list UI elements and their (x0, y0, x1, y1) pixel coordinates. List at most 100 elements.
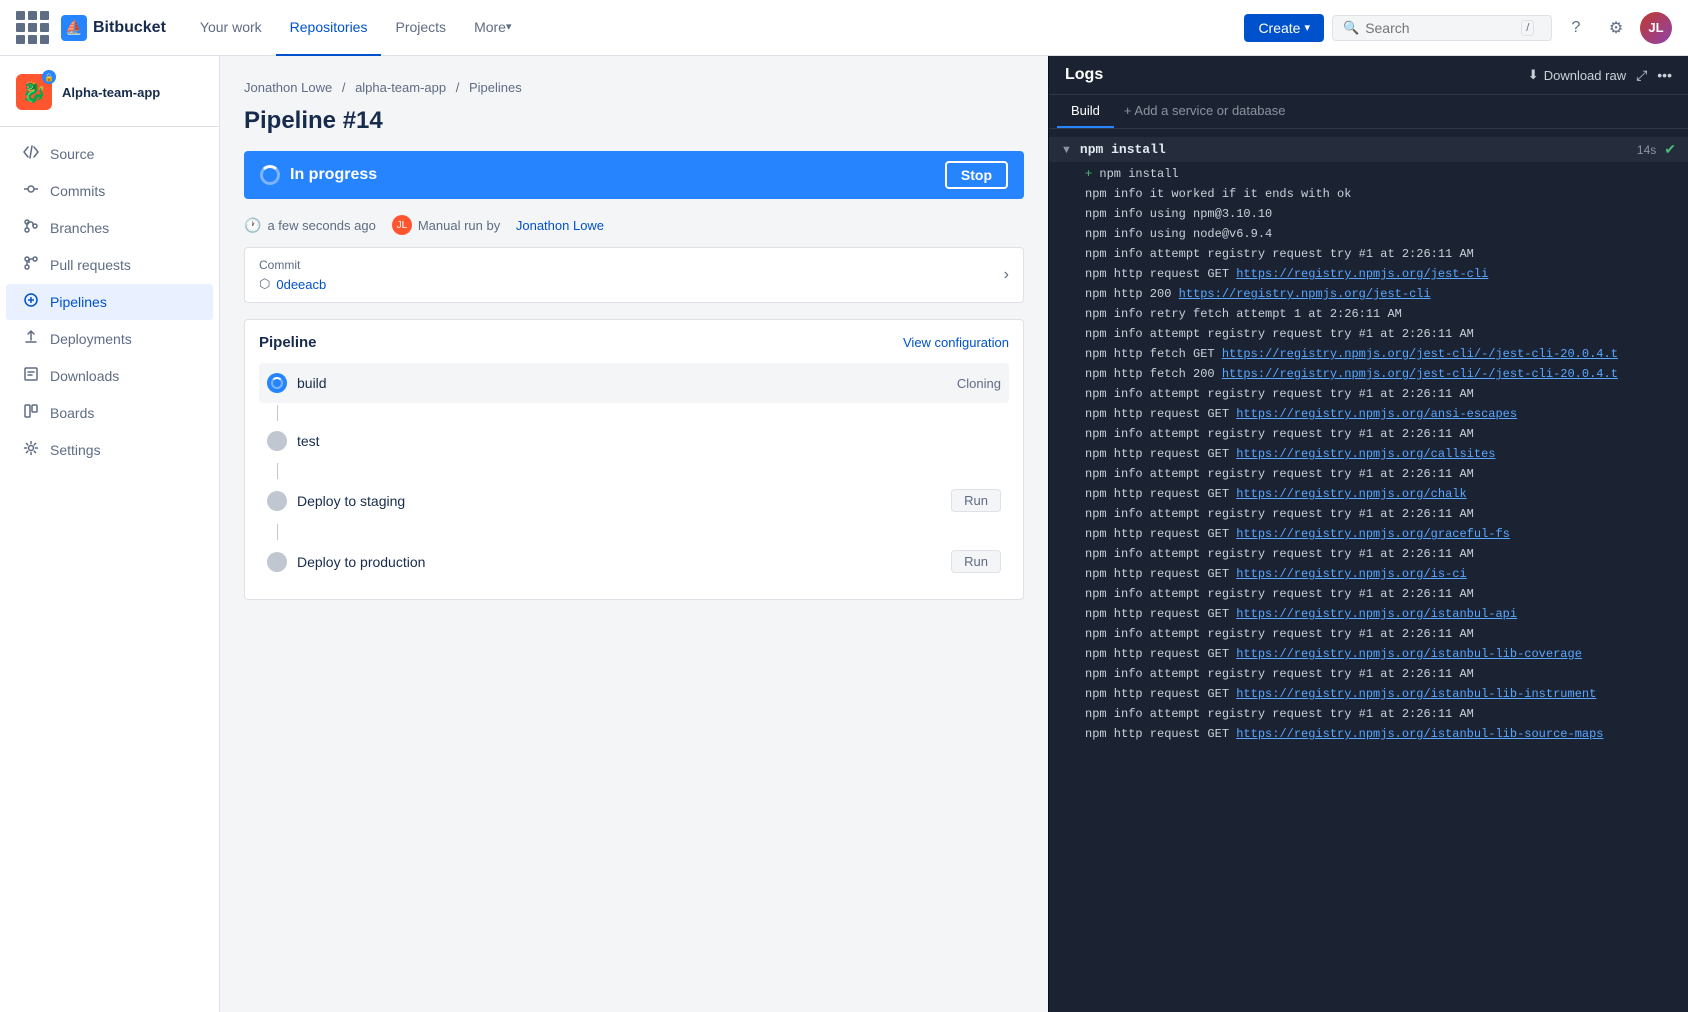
run-by-name[interactable]: Jonathon Lowe (516, 218, 604, 233)
pipeline-steps: buildCloningtestDeploy to stagingRunDepl… (259, 363, 1009, 583)
log-line: npm http request GET https://registry.np… (1049, 604, 1688, 624)
commit-hash-link[interactable]: 0deeacb (276, 277, 326, 292)
log-link[interactable]: https://registry.npmjs.org/ansi-escapes (1236, 407, 1517, 421)
breadcrumb-repo[interactable]: alpha-team-app (355, 80, 446, 95)
sidebar-item-branches[interactable]: Branches (6, 210, 213, 246)
pipeline-step-production: Deploy to production Run (259, 540, 1009, 583)
log-link[interactable]: https://registry.npmjs.org/jest-cli/-/je… (1222, 367, 1618, 381)
commit-hash: ⬡ 0deeacb (259, 276, 326, 292)
pipelines-icon (22, 292, 40, 312)
boards-icon (22, 403, 40, 423)
app-logo[interactable]: ⛵ Bitbucket (61, 15, 166, 41)
pipeline-step-run-button-production[interactable]: Run (951, 550, 1001, 573)
pipeline-step-name-test: test (297, 433, 1001, 449)
sidebar-item-source[interactable]: Source (6, 136, 213, 172)
breadcrumb-user[interactable]: Jonathon Lowe (244, 80, 332, 95)
app-grid-icon[interactable] (16, 11, 49, 44)
logs-panel: Logs ⬇ Download raw ⤢ ••• Build + Add a … (1048, 56, 1688, 1012)
pipeline-step-connector (277, 405, 278, 421)
log-link[interactable]: https://registry.npmjs.org/callsites (1236, 447, 1495, 461)
log-link[interactable]: https://registry.npmjs.org/jest-cli/-/je… (1222, 347, 1618, 361)
search-shortcut: / (1521, 20, 1534, 36)
log-section-time: 14s (1637, 143, 1656, 157)
sidebar-nav: Source CommitsBranchesPull requests Pipeli… (0, 135, 219, 469)
logs-tabs: Build + Add a service or database (1049, 95, 1688, 129)
commit-arrow-icon: › (1004, 266, 1009, 284)
pipeline-step-name-production: Deploy to production (297, 554, 941, 570)
repositories-link[interactable]: Repositories (276, 0, 382, 56)
search-input[interactable] (1365, 20, 1515, 36)
log-line: npm http request GET https://registry.np… (1049, 564, 1688, 584)
log-lines: + npm installnpm info it worked if it en… (1049, 164, 1688, 744)
commit-label: Commit (259, 258, 326, 272)
meta-info: 🕐 a few seconds ago JL Manual run by Jon… (244, 215, 1024, 235)
sidebar-item-pipelines[interactable]: Pipelines (6, 284, 213, 320)
sidebar-item-boards[interactable]: Boards (6, 395, 213, 431)
sidebar: 🐉 🔒 Alpha-team-app Source CommitsBranches… (0, 56, 220, 1012)
log-line: npm info attempt registry request try #1… (1049, 324, 1688, 344)
create-button[interactable]: Create (1244, 14, 1324, 42)
logs-title: Logs (1065, 66, 1103, 84)
log-line: npm http request GET https://registry.np… (1049, 484, 1688, 504)
commit-box: Commit ⬡ 0deeacb › (244, 247, 1024, 303)
log-line: npm info using node@v6.9.4 (1049, 224, 1688, 244)
settings-icon (22, 440, 40, 460)
log-link[interactable]: https://registry.npmjs.org/jest-cli (1236, 267, 1488, 281)
sidebar-item-label-source: Source (50, 146, 94, 162)
log-line: npm info attempt registry request try #1… (1049, 384, 1688, 404)
log-link[interactable]: https://registry.npmjs.org/chalk (1236, 487, 1466, 501)
pipeline-step-run-button-staging[interactable]: Run (951, 489, 1001, 512)
help-button[interactable]: ? (1560, 12, 1592, 44)
sidebar-item-downloads[interactable]: Downloads (6, 358, 213, 394)
pipeline-step-name-build: build (297, 375, 947, 391)
sidebar-item-label-boards: Boards (50, 405, 94, 421)
bitbucket-logo-icon: ⛵ (61, 15, 87, 41)
log-line: npm http request GET https://registry.np… (1049, 444, 1688, 464)
top-navigation: ⛵ Bitbucket Your work Repositories Proje… (0, 0, 1688, 56)
sidebar-item-deployments[interactable]: Deployments (6, 321, 213, 357)
repo-header: 🐉 🔒 Alpha-team-app (0, 64, 219, 127)
run-by-avatar: JL (392, 215, 412, 235)
log-line: npm info attempt registry request try #1… (1049, 584, 1688, 604)
logs-download-button[interactable]: ⬇ Download raw (1528, 67, 1626, 83)
log-line: npm http request GET https://registry.np… (1049, 264, 1688, 284)
search-box[interactable]: 🔍 / (1332, 15, 1552, 41)
log-section-header[interactable]: ▼ npm install 14s ✔ (1049, 137, 1688, 162)
repo-icon: 🐉 🔒 (16, 74, 52, 110)
main-content: Jonathon Lowe / alpha-team-app / Pipelin… (220, 56, 1048, 1012)
log-link[interactable]: https://registry.npmjs.org/graceful-fs (1236, 527, 1510, 541)
log-line: npm http 200 https://registry.npmjs.org/… (1049, 284, 1688, 304)
user-avatar[interactable]: JL (1640, 12, 1672, 44)
sidebar-item-commits[interactable]: Commits (6, 173, 213, 209)
logs-more-button[interactable]: ••• (1657, 67, 1672, 83)
log-link[interactable]: https://registry.npmjs.org/istanbul-lib-… (1236, 687, 1596, 701)
log-line: npm info attempt registry request try #1… (1049, 664, 1688, 684)
sidebar-item-label-deployments: Deployments (50, 331, 132, 347)
sidebar-item-label-pipelines: Pipelines (50, 294, 107, 310)
pipeline-step-test: test (259, 421, 1009, 461)
time-ago: a few seconds ago (267, 218, 375, 233)
your-work-link[interactable]: Your work (186, 0, 276, 56)
logs-add-service[interactable]: + Add a service or database (1114, 95, 1296, 128)
log-link[interactable]: https://registry.npmjs.org/jest-cli (1179, 287, 1431, 301)
logs-tab-build[interactable]: Build (1057, 95, 1114, 128)
log-link[interactable]: https://registry.npmjs.org/is-ci (1236, 567, 1466, 581)
log-line: npm info it worked if it ends with ok (1049, 184, 1688, 204)
sidebar-item-pull-requests[interactable]: Pull requests (6, 247, 213, 283)
logs-header-actions: ⬇ Download raw ⤢ ••• (1528, 67, 1672, 84)
stop-button[interactable]: Stop (945, 161, 1008, 189)
log-link[interactable]: https://registry.npmjs.org/istanbul-lib-… (1236, 647, 1582, 661)
settings-button[interactable]: ⚙ (1600, 12, 1632, 44)
log-link[interactable]: https://registry.npmjs.org/istanbul-lib-… (1236, 727, 1603, 741)
log-link[interactable]: https://registry.npmjs.org/istanbul-api (1236, 607, 1517, 621)
logs-expand-button[interactable]: ⤢ (1636, 67, 1647, 84)
pipeline-section: Pipeline View configuration buildCloning… (244, 319, 1024, 600)
logs-header: Logs ⬇ Download raw ⤢ ••• (1049, 56, 1688, 95)
sidebar-item-settings[interactable]: Settings (6, 432, 213, 468)
log-line: + npm install (1049, 164, 1688, 184)
log-plus: + (1085, 167, 1092, 181)
projects-link[interactable]: Projects (381, 0, 460, 56)
more-menu[interactable]: More (460, 0, 525, 56)
view-config-link[interactable]: View configuration (903, 335, 1009, 350)
pipeline-step-connector (277, 524, 278, 540)
